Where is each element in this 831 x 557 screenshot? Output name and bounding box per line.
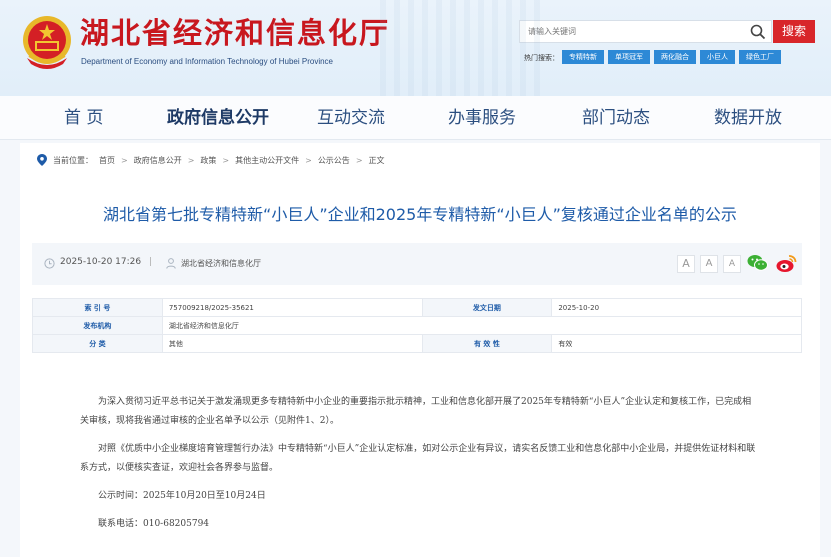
breadcrumb: 当前位置： 首页 > 政府信息公开 > 政策 > 其他主动公开文件 > 公示公告… <box>37 154 385 166</box>
contact-phone: 联系电话：010-68205794 <box>98 519 210 529</box>
site-header: 湖北省经济和信息化厅 Department of Economy and Inf… <box>0 0 831 96</box>
nav-item-open-data[interactable]: 数据开放 <box>714 96 782 140</box>
weibo-share-icon[interactable] <box>776 253 797 273</box>
org-value: 湖北省经济和信息化厅 <box>161 316 803 335</box>
breadcrumb-item[interactable]: 其他主动公开文件 <box>235 155 299 166</box>
hot-tag[interactable]: 单项冠军 <box>608 50 650 64</box>
search-input[interactable] <box>528 21 748 42</box>
breadcrumb-separator: > <box>121 155 128 165</box>
hot-tag[interactable]: 两化融合 <box>654 50 696 64</box>
location-pin-icon <box>37 154 47 166</box>
breadcrumb-separator: > <box>222 155 230 165</box>
font-size-large-button[interactable]: A <box>677 255 695 273</box>
breadcrumb-label: 当前位置： <box>53 155 93 165</box>
hot-tag[interactable]: 小巨人 <box>700 50 735 64</box>
index-label: 索 引 号 <box>32 298 163 317</box>
category-value: 其他 <box>161 334 423 353</box>
nav-item-home[interactable]: 首 页 <box>64 96 103 140</box>
site-title: 湖北省经济和信息化厅 <box>80 16 391 50</box>
hot-tag[interactable]: 专精特新 <box>562 50 604 64</box>
breadcrumb-item[interactable]: 政府信息公开 <box>134 155 182 166</box>
document-info-table: 索 引 号 757009218/2025-35621 发文日期 2025-10-… <box>32 298 803 353</box>
search-icon[interactable] <box>750 24 766 40</box>
org-label: 发布机构 <box>32 316 163 335</box>
issue-date-value: 2025-10-20 <box>551 298 802 317</box>
issue-date-label: 发文日期 <box>421 298 553 317</box>
wechat-share-icon[interactable] <box>747 254 768 272</box>
breadcrumb-separator: > <box>305 155 312 165</box>
table-row: 发布机构 湖北省经济和信息化厅 <box>32 316 803 335</box>
nav-item-dept-news[interactable]: 部门动态 <box>582 96 650 140</box>
clock-icon <box>44 258 55 269</box>
publish-date: 2025-10-20 17:26 <box>60 257 142 267</box>
search-button[interactable]: 搜索 <box>773 20 815 43</box>
breadcrumb-item[interactable]: 首页 <box>99 155 115 166</box>
hot-tag[interactable]: 绿色工厂 <box>739 50 781 64</box>
breadcrumb-item[interactable]: 政策 <box>200 155 216 166</box>
article-body: 为深入贯彻习近平总书记关于激发涌现更多专精特新中小企业的重要指示批示精神，工业和… <box>80 393 760 543</box>
font-size-small-button[interactable]: A <box>723 255 741 273</box>
validity-value: 有效 <box>551 334 802 353</box>
breadcrumb-separator: > <box>355 155 363 165</box>
hot-search-tags: 专精特新 单项冠军 两化融合 小巨人 绿色工厂 <box>562 50 781 64</box>
breadcrumb-item-current: 正文 <box>368 155 385 165</box>
nav-item-gov-info[interactable]: 政府信息公开 <box>167 96 269 140</box>
publicity-period: 公示时间：2025年10月20日至10月24日 <box>98 491 266 501</box>
article-title: 湖北省第七批专精特新“小巨人”企业和2025年专精特新“小巨人”复核通过企业名单… <box>103 205 737 224</box>
user-icon <box>166 258 176 269</box>
main-nav: 首 页 政府信息公开 互动交流 办事服务 部门动态 数据开放 <box>0 96 831 140</box>
body-paragraph: 对照《优质中小企业梯度培育管理暂行办法》中专精特新“小巨人”企业认定标准，如对公… <box>80 444 756 473</box>
breadcrumb-separator: > <box>187 155 195 165</box>
article-meta-bar: 2025-10-20 17:26 | 湖北省经济和信息化厅 A A A <box>32 243 802 285</box>
hot-search-label: 热门搜索： <box>524 54 559 62</box>
table-row: 索 引 号 757009218/2025-35621 发文日期 2025-10-… <box>32 298 802 317</box>
category-label: 分 类 <box>32 334 163 353</box>
table-row: 分 类 其他 有 效 性 有效 <box>32 334 802 353</box>
breadcrumb-item[interactable]: 公示公告 <box>318 155 350 166</box>
nav-item-interaction[interactable]: 互动交流 <box>317 96 385 140</box>
content-card: 当前位置： 首页 > 政府信息公开 > 政策 > 其他主动公开文件 > 公示公告… <box>20 143 820 557</box>
national-emblem-logo <box>23 16 71 69</box>
nav-item-services[interactable]: 办事服务 <box>448 96 516 140</box>
meta-divider: | <box>149 257 153 267</box>
search-box <box>519 20 772 43</box>
body-paragraph: 为深入贯彻习近平总书记关于激发涌现更多专精特新中小企业的重要指示批示精神，工业和… <box>80 397 752 426</box>
font-size-medium-button[interactable]: A <box>700 255 718 273</box>
index-value: 757009218/2025-35621 <box>161 298 423 317</box>
site-subtitle: Department of Economy and Information Te… <box>81 57 333 66</box>
publisher: 湖北省经济和信息化厅 <box>181 259 261 268</box>
validity-label: 有 效 性 <box>421 334 553 353</box>
